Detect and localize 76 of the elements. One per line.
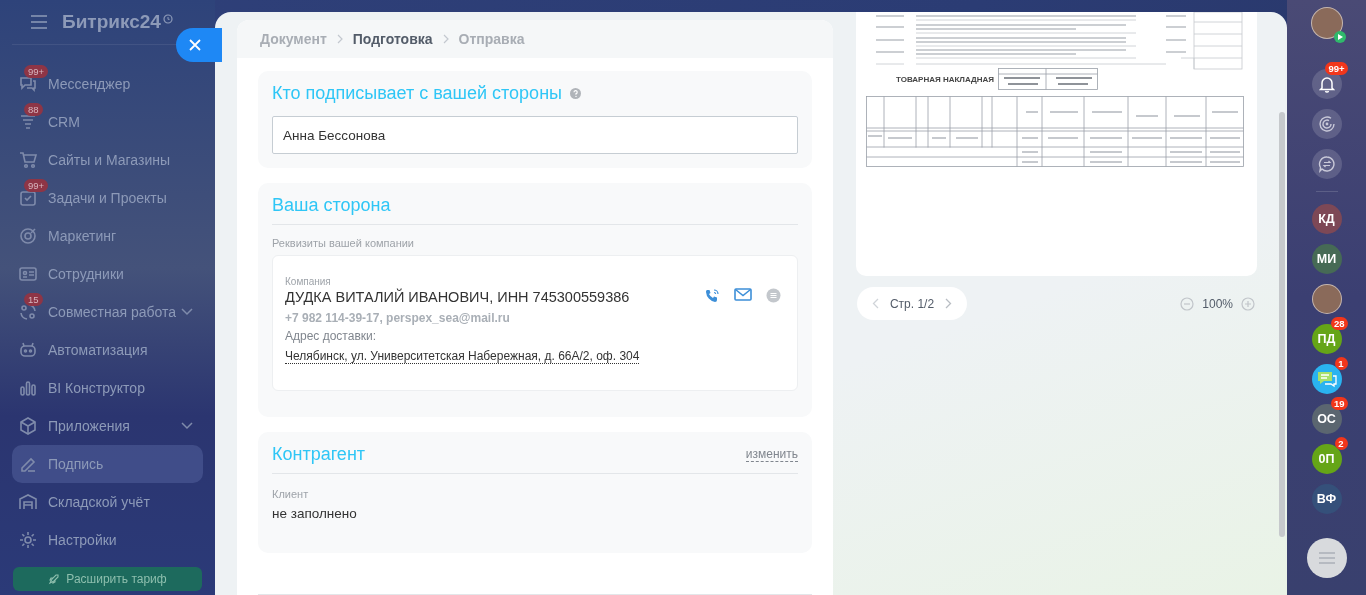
page-indicator: Стр. 1/2 [889, 296, 935, 311]
gear-icon [18, 530, 38, 550]
section-subtitle: Реквизиты вашей компании [272, 237, 415, 249]
counter-badge: 99+ [1325, 62, 1348, 75]
robot-icon [18, 340, 38, 360]
counter-badge: 15 [24, 293, 43, 306]
counter-badge: 19 [1330, 397, 1348, 410]
nav-item[interactable]: Приложения [12, 407, 203, 445]
upgrade-button[interactable]: Расширить тариф [13, 567, 202, 591]
counter-badge: 99+ [24, 65, 49, 78]
step-tab[interactable]: Отправка [458, 31, 525, 47]
chevron-right-icon [442, 34, 449, 44]
people-icon [18, 302, 38, 322]
contact-avatar[interactable]: МИ [1311, 244, 1342, 274]
list-menu-button[interactable] [1306, 538, 1347, 578]
contact-avatar[interactable]: ВФ [1311, 484, 1342, 514]
clock-icon [162, 14, 173, 24]
rocket-icon [48, 573, 61, 585]
chevron-right-icon[interactable] [944, 298, 952, 309]
counter-badge: 99+ [24, 179, 49, 192]
step-tab[interactable]: Документ [260, 31, 327, 47]
phone-icon[interactable] [704, 288, 720, 304]
contact-avatar[interactable]: КД [1311, 204, 1342, 234]
chevron-right-icon [336, 34, 343, 44]
speech-bubble-icon[interactable] [1311, 149, 1342, 179]
nav-item[interactable]: Сотрудники [12, 255, 203, 293]
scrollbar-thumb[interactable] [1279, 112, 1285, 537]
counter-badge: 1 [1334, 357, 1348, 370]
nav-item[interactable]: Настройки [12, 521, 203, 559]
nav-item[interactable]: 88 CRM [12, 103, 203, 141]
nav-item[interactable]: 99+ Мессенджер [12, 65, 203, 103]
bars-icon [18, 378, 38, 398]
counter-badge: 88 [24, 103, 43, 116]
field-label: Компания [285, 276, 331, 287]
store-icon [18, 492, 38, 512]
task-icon [18, 188, 38, 208]
zoom-level: 100% [1202, 296, 1233, 311]
counter-badge: 2 [1334, 437, 1348, 450]
field-label: Клиент [272, 488, 310, 500]
menu-icon[interactable] [30, 15, 48, 29]
cube-icon [18, 416, 38, 436]
nav-item[interactable]: Маркетинг [12, 217, 203, 255]
field-value: не заполнено [272, 506, 358, 521]
mail-icon[interactable] [734, 288, 752, 301]
delivery-address[interactable]: Челябинск, ул. Университетская Набережная, д. 66А/2, оф. 304 [285, 349, 640, 364]
change-link[interactable]: изменить [745, 447, 798, 462]
cart-icon [18, 150, 38, 170]
list-icon [1317, 552, 1336, 564]
spiral-icon[interactable] [1311, 109, 1342, 139]
company-name: ДУДКА ВИТАЛИЙ ИВАНОВИЧ, ИНН 745300559386 [285, 289, 630, 305]
counter-badge: 28 [1330, 317, 1348, 330]
target-icon [18, 226, 38, 246]
card-icon [18, 264, 38, 284]
nav-item[interactable]: Сайты и Магазины [12, 141, 203, 179]
help-icon[interactable] [570, 88, 581, 99]
step-tab[interactable]: Подготовка [352, 31, 433, 47]
nav-item[interactable]: 99+ Задачи и Проекты [12, 179, 203, 217]
company-contacts: +7 982 114-39-17, perspex_sea@mail.ru [285, 311, 510, 325]
close-button[interactable] [176, 28, 222, 62]
section-title: Ваша сторона [272, 195, 798, 225]
close-icon [189, 39, 201, 51]
nav-item[interactable]: Подпись [12, 445, 203, 483]
nav-item[interactable]: 15 Совместная работа [12, 293, 203, 331]
signer-input-field[interactable]: Анна Бессонова [272, 116, 798, 154]
nav-item[interactable]: Складской учёт [12, 483, 203, 521]
section-title: Кто подписывает с вашей стороны [272, 83, 562, 104]
logo[interactable]: Битрикс24 [62, 11, 161, 33]
document-title: ТОВАРНАЯ НАКЛАДНАЯ [896, 74, 995, 84]
avatar-photo-placeholder[interactable] [1310, 7, 1343, 39]
nav-item[interactable]: BI Конструктор [12, 369, 203, 407]
avatar-photo-placeholder[interactable] [1311, 284, 1342, 314]
nav-item[interactable]: Автоматизация [12, 331, 203, 369]
section-title: Контрагент [272, 444, 366, 465]
crm-icon [18, 112, 38, 132]
chat-icon [18, 74, 38, 94]
field-label: Адрес доставки: [285, 329, 377, 343]
